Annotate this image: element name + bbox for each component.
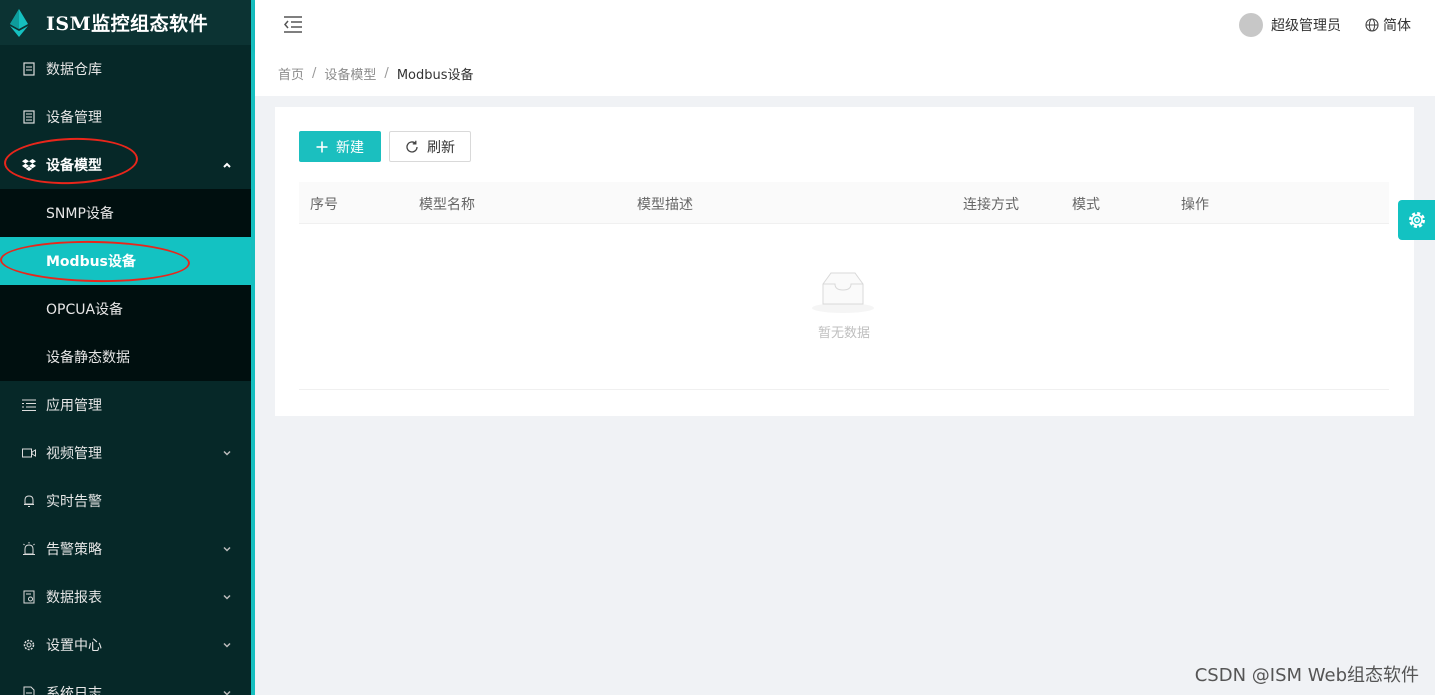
sidebar-item-settings-center[interactable]: 设置中心: [0, 621, 251, 669]
gear-icon: [22, 638, 36, 652]
sidebar-item-device-management[interactable]: 设备管理: [0, 93, 251, 141]
breadcrumb-separator: /: [384, 65, 389, 81]
sidebar-item-label: 设置中心: [46, 638, 102, 654]
watermark: CSDN @ISM Web组态软件: [1194, 665, 1419, 686]
sidebar-item-label: 数据报表: [46, 590, 102, 606]
sidebar-item-app-management[interactable]: 应用管理: [0, 381, 251, 429]
column-header-mode: 模式: [1072, 197, 1100, 213]
language-label: 简体: [1383, 18, 1411, 34]
chevron-down-icon: [223, 450, 231, 456]
new-button[interactable]: 新建: [299, 131, 381, 162]
sidebar-item-video-management[interactable]: 视频管理: [0, 429, 251, 477]
sidebar-subitem-label: 设备静态数据: [46, 350, 130, 366]
sidebar-subitem-label: Modbus设备: [46, 254, 136, 270]
file-icon: [22, 686, 36, 695]
sidebar-subitem-static-data[interactable]: 设备静态数据: [0, 333, 251, 381]
bell-icon: [22, 494, 36, 508]
chevron-down-icon: [223, 642, 231, 648]
sidebar-item-data-report[interactable]: 数据报表: [0, 573, 251, 621]
new-button-label: 新建: [336, 139, 364, 156]
document-icon: [22, 110, 36, 124]
gear-icon: [1408, 212, 1425, 228]
sidebar-item-label: 系统日志: [46, 686, 102, 695]
chevron-down-icon: [223, 546, 231, 552]
column-header-actions: 操作: [1181, 197, 1209, 213]
column-header-index: 序号: [310, 197, 338, 213]
refresh-icon: [406, 140, 418, 153]
refresh-button-label: 刷新: [427, 139, 455, 156]
device-model-table: 序号 模型名称 模型描述 连接方式 模式 操作 暂无数据: [299, 182, 1389, 390]
breadcrumb-current: Modbus设备: [396, 67, 474, 83]
submenu-device-model: SNMP设备 Modbus设备 OPCUA设备 设备静态数据: [0, 189, 251, 381]
sidebar-item-label: 告警策略: [46, 542, 102, 558]
dropbox-icon: [22, 158, 36, 172]
column-header-model-description: 模型描述: [637, 197, 693, 213]
sidebar-item-device-model[interactable]: 设备模型: [0, 141, 251, 189]
sidebar-item-label: 数据仓库: [46, 62, 102, 78]
sidebar-subitem-snmp[interactable]: SNMP设备: [0, 189, 251, 237]
app-title: ISM监控组态软件: [46, 13, 209, 35]
menu-fold-icon[interactable]: [283, 15, 303, 33]
empty-text: 暂无数据: [817, 326, 870, 341]
user-name: 超级管理员: [1271, 18, 1341, 34]
language-switcher[interactable]: 简体: [1365, 13, 1411, 37]
breadcrumb: 首页 / 设备模型 / Modbus设备: [255, 50, 1435, 96]
column-header-connection-type: 连接方式: [963, 197, 1019, 213]
sidebar-item-label: 设备模型: [46, 158, 102, 174]
sidebar-item-data-warehouse[interactable]: 数据仓库: [0, 45, 251, 93]
content-card: 新建 刷新 序号 模型名称 模型描述 连接方式 模式 操作 暂无数据: [275, 107, 1414, 416]
sidebar-item-label: 视频管理: [46, 446, 102, 462]
sidebar-subitem-label: OPCUA设备: [46, 302, 124, 318]
avatar: [1239, 13, 1263, 37]
table-header: 序号 模型名称 模型描述 连接方式 模式 操作: [299, 182, 1389, 224]
sidebar-item-label: 设备管理: [46, 110, 102, 126]
refresh-button[interactable]: 刷新: [389, 131, 471, 162]
report-icon: [22, 590, 36, 604]
user-menu[interactable]: 超级管理员: [1239, 13, 1341, 37]
breadcrumb-device-model[interactable]: 设备模型: [324, 64, 376, 83]
table-empty-state: 暂无数据: [299, 224, 1389, 390]
app-logo-bar[interactable]: ISM监控组态软件: [0, 0, 251, 45]
breadcrumb-separator: /: [312, 65, 317, 81]
document-icon: [22, 62, 36, 76]
sidebar-item-alarm-policy[interactable]: 告警策略: [0, 525, 251, 573]
list-icon: [22, 398, 36, 412]
breadcrumb-home[interactable]: 首页: [278, 64, 304, 83]
settings-float-button[interactable]: [1398, 200, 1435, 240]
sidebar-item-label: 实时告警: [46, 494, 102, 510]
globe-icon: [1365, 18, 1379, 32]
sidebar-border: [251, 0, 255, 695]
column-header-model-name: 模型名称: [419, 197, 475, 213]
chevron-down-icon: [223, 594, 231, 600]
sidebar-subitem-modbus[interactable]: Modbus设备: [0, 237, 251, 285]
sidebar-subitem-label: SNMP设备: [46, 206, 114, 222]
alarm-light-icon: [22, 542, 36, 556]
sidebar-item-system-log[interactable]: 系统日志: [0, 669, 251, 695]
sidebar: ISM监控组态软件 数据仓库 设备管理 设备模型 SNMP设备 Modbus设备…: [0, 0, 251, 695]
chevron-down-icon: [223, 690, 231, 695]
chevron-up-icon: [223, 162, 231, 168]
logo-icon: [10, 8, 28, 37]
empty-inbox-icon: [812, 272, 874, 313]
video-icon: [22, 446, 36, 460]
sidebar-item-realtime-alarm[interactable]: 实时告警: [0, 477, 251, 525]
top-header: 超级管理员 简体: [255, 0, 1435, 50]
plus-icon: [316, 141, 328, 152]
sidebar-subitem-opcua[interactable]: OPCUA设备: [0, 285, 251, 333]
sidebar-item-label: 应用管理: [46, 398, 102, 414]
